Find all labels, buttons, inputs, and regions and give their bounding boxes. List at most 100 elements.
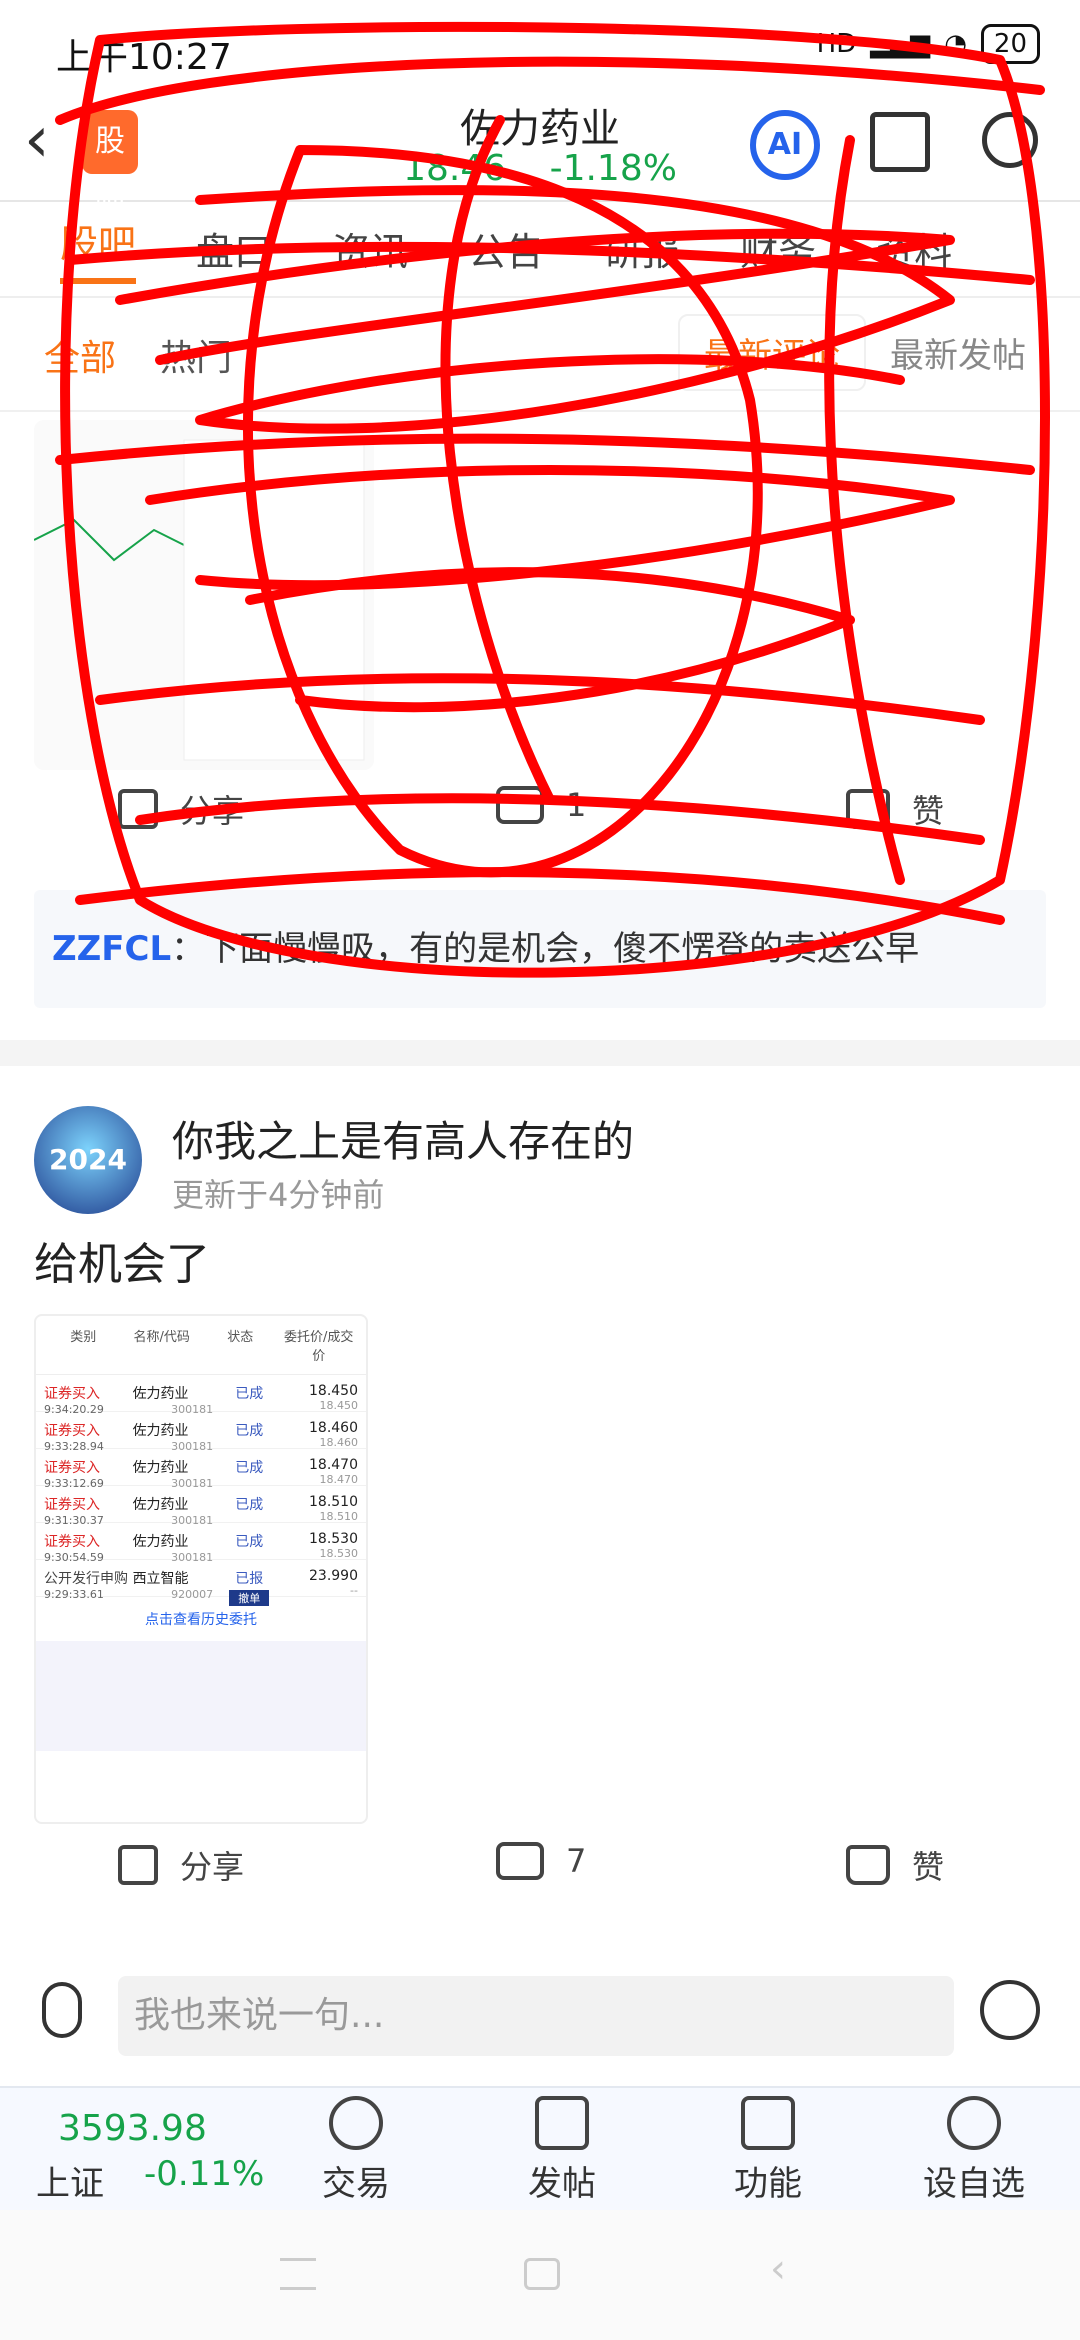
system-nav-bar: ‹ bbox=[0, 2210, 1080, 2340]
order-time: 9:31:30.37 bbox=[44, 1514, 104, 1527]
post-image-orders[interactable]: 类别 名称/代码 状态 委托价/成交价 证券买入 9:34:20.29 佐力药业 3… bbox=[34, 1314, 368, 1824]
comment-bar: 我也来说一句... bbox=[0, 1966, 1080, 2086]
order-deal: 18.450 bbox=[319, 1399, 359, 1412]
order-type: 证券买入 bbox=[44, 1423, 100, 1439]
signal-icon: ▂▄▆ bbox=[870, 29, 931, 59]
back-icon[interactable]: ‹ bbox=[770, 2246, 806, 2292]
nav-trade-label: 交易 bbox=[322, 2164, 390, 2204]
reply-preview[interactable]: ZZFCL：下面慢慢吸，有的是机会，傻不愣登的卖送公早 bbox=[34, 890, 1046, 1008]
order-type: 证券买入 bbox=[44, 1460, 100, 1476]
sort-options: 最新评论 最新发帖 bbox=[678, 312, 1050, 392]
order-deal: 18.530 bbox=[319, 1547, 359, 1560]
col-name: 名称/代码 bbox=[133, 1330, 190, 1345]
nav-watchlist[interactable]: 设自选 bbox=[914, 2096, 1034, 2205]
order-code: 300181 bbox=[171, 1477, 214, 1490]
order-name: 佐力药业 bbox=[132, 1386, 189, 1402]
order-row: 证券买入 9:34:20.29 佐力药业 300181 已成 18.450 18.45… bbox=[36, 1375, 366, 1416]
share-icon[interactable] bbox=[870, 112, 930, 172]
comment-icon bbox=[496, 1842, 544, 1880]
order-time: 9:30:54.59 bbox=[44, 1551, 104, 1564]
stock-price: 18.46 bbox=[403, 148, 507, 189]
order-name: 佐力药业 bbox=[132, 1423, 189, 1439]
stock-tabs: 股吧 盘口 资讯 公告 研报 财务 资料 bbox=[0, 200, 1080, 298]
search-icon[interactable] bbox=[982, 112, 1038, 168]
tab-guba[interactable]: 股吧 bbox=[60, 213, 137, 284]
order-status: 已成 bbox=[235, 1534, 264, 1550]
status-bar: 上午10:27 HD ▂▄▆ ◔ 20 bbox=[0, 0, 1080, 90]
order-name: 佐力药业 bbox=[132, 1460, 189, 1476]
nav-trade[interactable]: 交易 bbox=[296, 2096, 416, 2205]
index-value: 3593.98 bbox=[58, 2108, 207, 2149]
thumbs-up-icon bbox=[846, 789, 890, 829]
order-type: 证券买入 bbox=[44, 1497, 100, 1513]
post-divider bbox=[0, 1040, 1080, 1066]
voice-input-icon[interactable] bbox=[42, 1982, 82, 2038]
order-time: 9:33:12.69 bbox=[44, 1477, 104, 1490]
home-icon[interactable] bbox=[524, 2258, 560, 2290]
post2-share[interactable]: 分享 bbox=[118, 1842, 244, 1888]
share-label: 分享 bbox=[180, 792, 245, 830]
order-row: 证券买入 9:31:30.37 佐力药业 300181 已成 18.510 18.51… bbox=[36, 1486, 366, 1527]
share-icon bbox=[118, 1845, 158, 1885]
nav-functions[interactable]: 功能 bbox=[708, 2096, 828, 2205]
order-type: 证券买入 bbox=[44, 1386, 100, 1402]
order-code: 300181 bbox=[171, 1440, 214, 1453]
tab-finance[interactable]: 财务 bbox=[740, 221, 816, 276]
order-name: 佐力药业 bbox=[132, 1534, 189, 1550]
nav-post[interactable]: 发帖 bbox=[502, 2096, 622, 2205]
tab-research[interactable]: 研报 bbox=[604, 221, 680, 276]
col-status: 状态 bbox=[227, 1330, 254, 1345]
order-deal: 18.510 bbox=[319, 1510, 359, 1523]
comment-count: 7 bbox=[566, 1842, 587, 1880]
order-price: 18.450 bbox=[309, 1383, 358, 1399]
screenshot-fill bbox=[36, 1641, 366, 1751]
avatar[interactable]: 2024 bbox=[34, 1106, 142, 1214]
order-status: 已成 bbox=[235, 1460, 264, 1476]
post-content[interactable]: 给机会了 bbox=[34, 1228, 210, 1292]
tab-pankou[interactable]: 盘口 bbox=[196, 221, 272, 276]
order-row: 证券买入 9:33:28.94 佐力药业 300181 已成 18.460 18.46… bbox=[36, 1412, 366, 1453]
hd-indicator: HD bbox=[816, 29, 857, 59]
comment-input[interactable]: 我也来说一句... bbox=[118, 1976, 954, 2056]
order-status: 已成 bbox=[235, 1386, 264, 1402]
filter-all[interactable]: 全部 bbox=[44, 329, 116, 381]
sort-latest-comment[interactable]: 最新评论 bbox=[678, 313, 866, 391]
menu-icon[interactable] bbox=[280, 2258, 316, 2290]
emoji-icon[interactable] bbox=[980, 1980, 1040, 2040]
order-price: 18.530 bbox=[309, 1531, 358, 1547]
order-status: 已成 bbox=[235, 1423, 264, 1439]
filter-hot[interactable]: 热门 bbox=[160, 329, 232, 381]
post2-like[interactable]: 赞 bbox=[846, 1842, 944, 1888]
status-icons: HD ▂▄▆ ◔ 20 bbox=[817, 24, 1040, 64]
battery-icon: 20 bbox=[980, 24, 1040, 64]
more-icon bbox=[947, 2096, 1001, 2150]
comment-icon bbox=[496, 786, 544, 824]
post2-comments[interactable]: 7 bbox=[496, 1842, 586, 1880]
post1-share[interactable]: 分享 bbox=[118, 786, 244, 832]
tab-announcements[interactable]: 公告 bbox=[468, 221, 544, 276]
kline-thumbnail bbox=[34, 420, 374, 770]
post-image-chart[interactable] bbox=[34, 420, 374, 770]
order-status: 已成 bbox=[235, 1497, 264, 1513]
reply-user[interactable]: ZZFCL bbox=[52, 929, 171, 969]
ai-button[interactable]: AI bbox=[750, 110, 820, 180]
post2-actions: 分享 7 赞 bbox=[0, 1842, 1080, 1922]
post1-comments[interactable]: 1 bbox=[496, 786, 586, 824]
order-price: 18.470 bbox=[309, 1457, 358, 1473]
index-name: 上证 bbox=[36, 2164, 104, 2204]
tab-news[interactable]: 资讯 bbox=[332, 221, 408, 276]
order-row: 公开发行申购 9:29:33.61 西立智能 920007 已报 撤单 23.990-… bbox=[36, 1560, 366, 1606]
post1-like[interactable]: 赞 bbox=[846, 786, 944, 832]
tab-profile[interactable]: 资料 bbox=[876, 221, 952, 276]
order-deal: 18.460 bbox=[319, 1436, 359, 1449]
index-change: -0.11% bbox=[144, 2154, 265, 2194]
like-label: 赞 bbox=[912, 792, 945, 830]
post-author[interactable]: 你我之上是有高人存在的 bbox=[172, 1108, 634, 1169]
order-price: 18.460 bbox=[309, 1420, 358, 1436]
history-orders-link: 点击查看历史委托 bbox=[145, 1612, 257, 1628]
order-deal: 18.470 bbox=[319, 1473, 359, 1486]
cancel-order-button: 撤单 bbox=[229, 1590, 270, 1606]
sort-latest-post[interactable]: 最新发帖 bbox=[866, 316, 1050, 389]
nav-watchlist-label: 设自选 bbox=[923, 2164, 1025, 2204]
share-label: 分享 bbox=[180, 1848, 245, 1886]
